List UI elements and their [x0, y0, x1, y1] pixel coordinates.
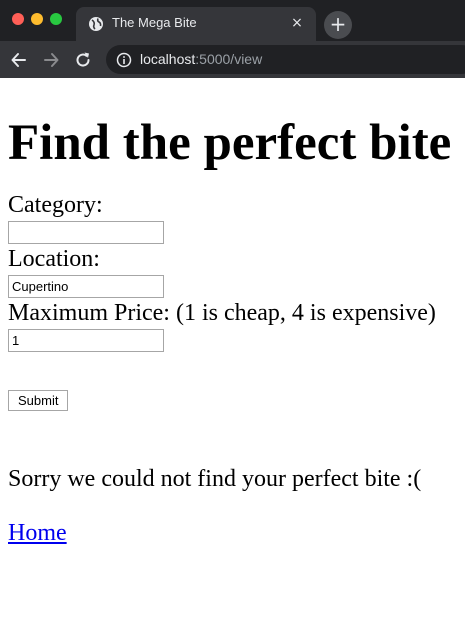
home-link[interactable]: Home [8, 520, 67, 547]
close-window-button[interactable] [12, 13, 24, 25]
submit-button[interactable]: Submit [8, 390, 69, 411]
url-path: :5000/view [195, 51, 263, 67]
browser-chrome: The Mega Bite × + localhost:5000/view [0, 0, 465, 78]
location-input[interactable] [8, 275, 164, 298]
info-icon[interactable] [116, 52, 132, 68]
reload-icon[interactable] [73, 50, 93, 70]
new-tab-button[interactable]: + [324, 11, 352, 39]
page-title: Find the perfect bite [8, 115, 452, 171]
minimize-window-button[interactable] [31, 13, 43, 25]
url-host: localhost [140, 51, 196, 67]
url-text: localhost:5000/view [140, 51, 262, 67]
tab-title: The Mega Bite [112, 15, 197, 30]
page-content: Find the perfect bite Category: Location… [8, 78, 458, 547]
no-results-message: Sorry we could not find your perfect bit… [8, 466, 422, 492]
category-input[interactable] [8, 221, 164, 244]
search-form: Category: Location: Maximum Price: (1 is… [8, 192, 458, 411]
maximize-window-button[interactable] [50, 13, 62, 25]
max-price-input[interactable] [8, 329, 164, 352]
browser-toolbar: localhost:5000/view [0, 41, 465, 78]
address-bar[interactable]: localhost:5000/view [106, 45, 465, 74]
close-tab-icon[interactable]: × [288, 14, 306, 32]
tab-strip: The Mega Bite × + [0, 0, 465, 41]
location-label: Location: [8, 246, 100, 272]
tab-active[interactable]: The Mega Bite × [76, 7, 316, 41]
forward-arrow-icon[interactable] [41, 50, 61, 70]
globe-icon [89, 17, 103, 31]
category-label: Category: [8, 192, 103, 218]
max-price-label: Maximum Price: (1 is cheap, 4 is expensi… [8, 300, 436, 326]
back-arrow-icon[interactable] [9, 50, 29, 70]
